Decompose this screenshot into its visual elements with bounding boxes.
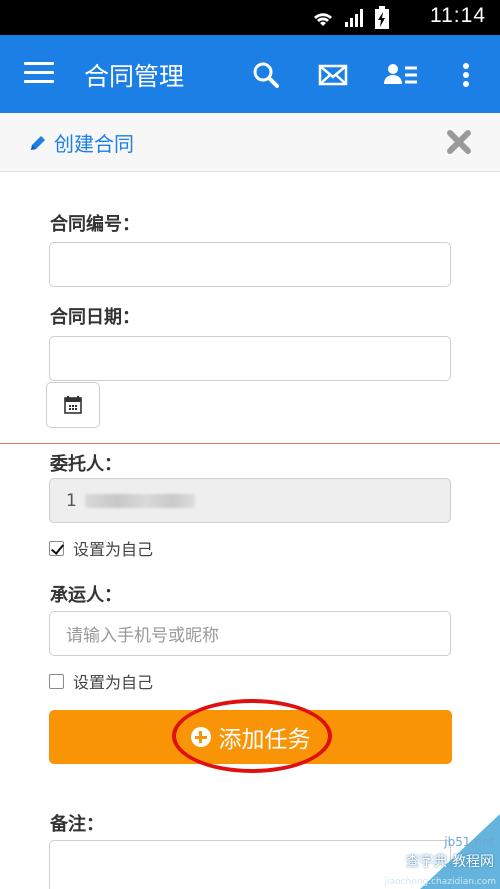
menu-icon[interactable] <box>24 62 54 86</box>
panel-header: 创建合同 <box>0 113 500 172</box>
search-icon[interactable] <box>250 59 282 91</box>
carrier-label: 承运人： <box>50 585 122 606</box>
carrier-placeholder: 请输入手机号或昵称 <box>66 626 219 646</box>
redacted-text <box>84 493 195 508</box>
client-set-self-checkbox[interactable]: 设置为自己 <box>49 536 153 560</box>
panel-title-text: 创建合同 <box>54 132 134 156</box>
contract-date-input[interactable] <box>49 336 451 381</box>
plus-circle-icon <box>190 727 211 747</box>
add-task-label: 添加任务 <box>218 727 311 753</box>
calendar-icon <box>64 396 82 414</box>
remarks-label: 备注： <box>50 814 104 835</box>
checkbox-unchecked[interactable] <box>49 673 64 689</box>
wifi-icon <box>314 13 332 26</box>
signal-icon <box>345 9 363 27</box>
panel-title: 创建合同 <box>28 128 134 157</box>
carrier-set-self-label: 设置为自己 <box>73 673 154 692</box>
contract-number-label: 合同编号： <box>50 214 140 235</box>
app-bar: 合同管理 <box>0 35 500 113</box>
add-task-button[interactable]: 添加任务 <box>49 710 452 764</box>
checkbox-checked[interactable] <box>49 540 64 556</box>
clock: 11:14 <box>430 4 486 27</box>
client-set-self-label: 设置为自己 <box>73 540 154 559</box>
watermark-site: jb51.net <box>444 835 494 849</box>
app-title: 合同管理 <box>84 62 185 91</box>
client-value: 1 <box>66 490 77 511</box>
calendar-button[interactable] <box>46 382 100 428</box>
mail-icon[interactable] <box>317 59 349 91</box>
carrier-set-self-checkbox[interactable]: 设置为自己 <box>49 669 153 693</box>
client-label: 委托人： <box>50 454 122 475</box>
client-input: 1 <box>49 478 451 523</box>
contract-number-input[interactable] <box>49 242 451 287</box>
status-bar: 11:14 <box>0 0 500 35</box>
close-icon[interactable] <box>446 129 472 155</box>
contacts-icon[interactable] <box>383 59 419 91</box>
contract-date-label: 合同日期： <box>50 307 140 328</box>
divider <box>0 443 500 444</box>
pencil-icon <box>31 135 45 150</box>
carrier-input[interactable]: 请输入手机号或昵称 <box>49 611 451 656</box>
remarks-textarea[interactable] <box>49 840 451 889</box>
more-vert-icon[interactable] <box>450 59 482 91</box>
battery-icon <box>375 6 389 29</box>
status-icons <box>312 6 390 30</box>
